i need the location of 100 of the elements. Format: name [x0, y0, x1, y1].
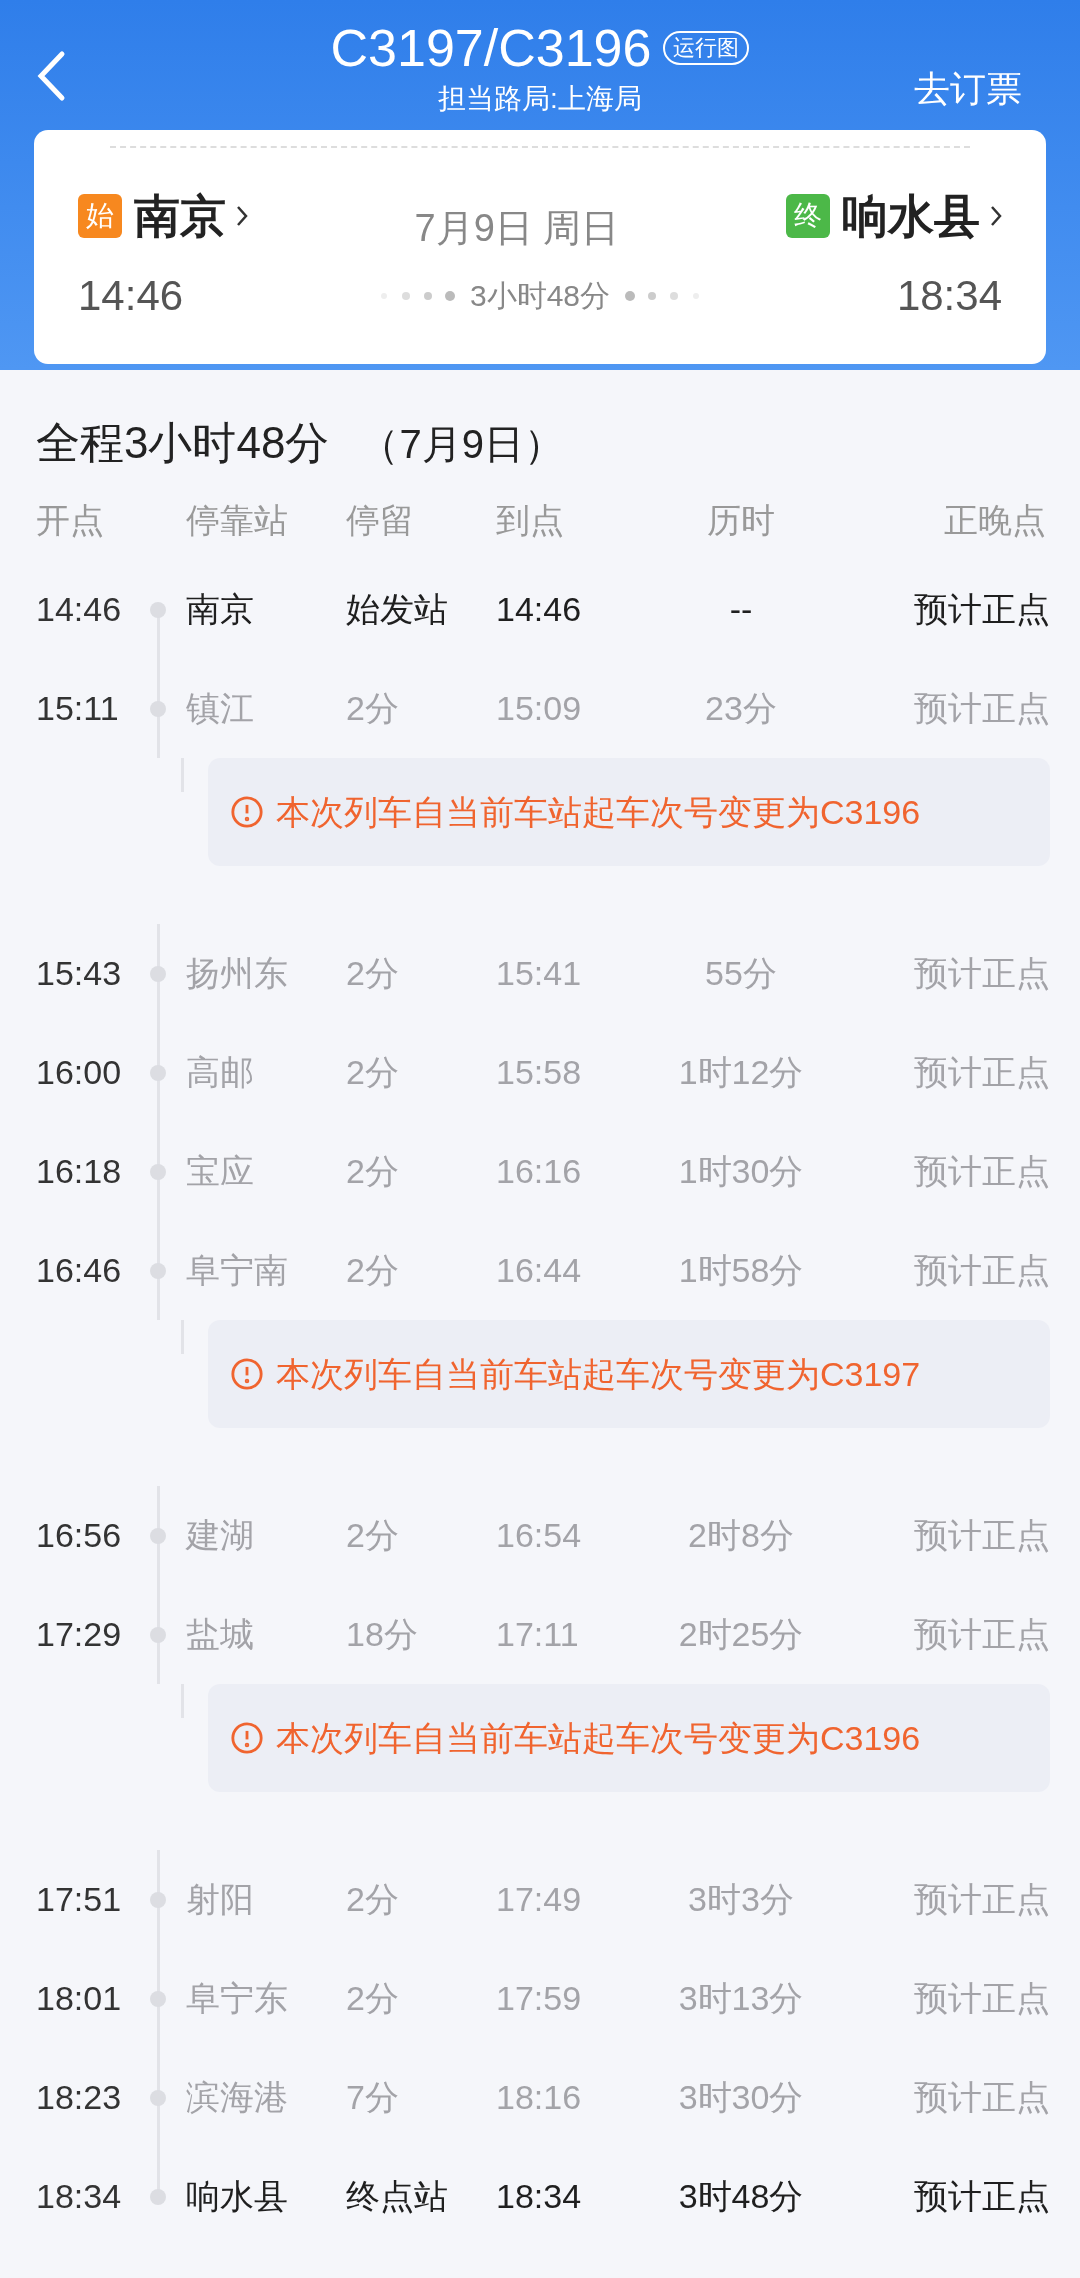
arrival-time: 17:59 [496, 1978, 583, 2019]
stop-duration: 7分 [346, 2077, 400, 2118]
station-name: 镇江 [185, 688, 255, 729]
punctuality-status: 预计正点 [913, 2176, 1051, 2217]
station-name: 阜宁东 [185, 1978, 289, 2019]
arrival-time: 15:41 [496, 953, 583, 994]
stop-duration: 18分 [346, 1614, 419, 1655]
elapsed-time: 1时30分 [677, 1151, 805, 1192]
punctuality-status: 预计正点 [913, 953, 1051, 994]
station-name: 响水县 [185, 2176, 289, 2217]
alert-icon [230, 1357, 264, 1391]
punctuality-status: 预计正点 [913, 2077, 1051, 2118]
trip-duration: 3小时48分 [469, 278, 611, 314]
elapsed-time: 3时13分 [677, 1978, 805, 2019]
departure-time: 16:46 [35, 1250, 123, 1291]
stop-duration: 始发站 [346, 589, 449, 630]
punctuality-status: 预计正点 [913, 1879, 1051, 1920]
notice-text: 本次列车自当前车站起车次号变更为C3197 [276, 1353, 921, 1395]
punctuality-status: 预计正点 [913, 1052, 1051, 1093]
station-name: 盐城 [185, 1614, 255, 1655]
travel-date: 7月9日 周日 [414, 205, 620, 251]
stop-duration: 2分 [346, 1052, 400, 1093]
punctuality-status: 预计正点 [913, 1978, 1051, 2019]
origin-badge: 始 [78, 194, 122, 238]
terminus-station[interactable]: 响水县 [842, 181, 1002, 251]
arrival-time: 16:16 [496, 1151, 583, 1192]
punctuality-status: 预计正点 [913, 1250, 1051, 1291]
departure-time: 16:00 [35, 1052, 123, 1093]
notice-text: 本次列车自当前车站起车次号变更为C3196 [276, 791, 921, 833]
departure-time: 15:11 [35, 688, 120, 729]
diagram-badge[interactable]: 运行图 [663, 31, 750, 65]
total-duration: 全程3小时48分 [36, 417, 330, 469]
punctuality-status: 预计正点 [913, 589, 1051, 630]
elapsed-time: 3时3分 [687, 1879, 795, 1920]
punctuality-status: 预计正点 [913, 1614, 1051, 1655]
stop-duration: 2分 [346, 688, 400, 729]
column-header: 停留 [346, 499, 415, 541]
stop-duration: 终点站 [346, 2176, 449, 2217]
arrival-time: 16:54 [496, 1515, 583, 1556]
chevron-icon [990, 205, 1002, 227]
alert-icon [230, 1721, 264, 1755]
departure-time: 14:46 [35, 589, 123, 630]
stop-duration: 2分 [346, 1978, 400, 2019]
arrival-time: 17:11 [496, 1614, 580, 1655]
elapsed-time: 2时8分 [687, 1515, 795, 1556]
arrival-time: 15:09 [496, 688, 583, 729]
elapsed-time: 3时48分 [677, 2176, 805, 2217]
train-number: C3197/C3196 [330, 22, 652, 74]
stop-duration: 2分 [346, 1151, 400, 1192]
alert-icon [230, 795, 264, 829]
elapsed-time: 1时12分 [677, 1052, 805, 1093]
column-header: 停靠站 [185, 499, 289, 541]
departure-time: 18:01 [35, 1978, 123, 2019]
stop-duration: 2分 [346, 1515, 400, 1556]
arrival-time: 18:34 [496, 2176, 583, 2217]
departure-time: 16:56 [35, 1515, 123, 1556]
elapsed-time: -- [728, 589, 754, 630]
station-name: 南京 [185, 589, 255, 630]
schedule-date: （7月9日） [359, 421, 564, 468]
station-name: 高邮 [185, 1052, 255, 1093]
departure-time: 14:46 [78, 271, 184, 321]
elapsed-time: 1时58分 [677, 1250, 805, 1291]
station-name: 扬州东 [185, 953, 289, 994]
railway-bureau: 担当路局:上海局 [438, 82, 642, 116]
station-name: 建湖 [184, 1515, 255, 1556]
stop-duration: 2分 [346, 1250, 400, 1291]
station-name: 射阳 [185, 1879, 255, 1920]
column-header: 历时 [706, 499, 776, 541]
elapsed-time: 55分 [704, 953, 778, 994]
book-ticket-link[interactable]: 去订票 [914, 62, 1022, 116]
departure-time: 16:18 [35, 1151, 123, 1192]
station-name: 阜宁南 [185, 1250, 289, 1291]
back-icon [36, 50, 66, 102]
punctuality-status: 预计正点 [913, 1515, 1051, 1556]
arrival-time: 18:16 [496, 2077, 583, 2118]
origin-station[interactable]: 南京 [134, 181, 248, 251]
station-name: 滨海港 [185, 2077, 289, 2118]
notice-text: 本次列车自当前车站起车次号变更为C3196 [276, 1717, 921, 1759]
back-button[interactable] [36, 50, 66, 102]
arrival-time: 16:44 [496, 1250, 583, 1291]
terminus-badge: 终 [786, 194, 830, 238]
arrival-time: 18:34 [896, 271, 1002, 321]
departure-time: 17:29 [35, 1614, 123, 1655]
punctuality-status: 预计正点 [913, 688, 1051, 729]
departure-time: 17:51 [35, 1879, 123, 1920]
arrival-time: 15:58 [496, 1052, 583, 1093]
arrival-time: 14:46 [496, 589, 583, 630]
departure-time: 15:43 [35, 953, 123, 994]
column-header: 正晚点 [943, 499, 1047, 541]
station-name: 宝应 [185, 1151, 255, 1192]
departure-time: 18:34 [35, 2176, 123, 2217]
elapsed-time: 2时25分 [677, 1614, 805, 1655]
elapsed-time: 3时30分 [677, 2077, 805, 2118]
punctuality-status: 预计正点 [913, 1151, 1051, 1192]
departure-time: 18:23 [35, 2077, 123, 2118]
arrival-time: 17:49 [496, 1879, 583, 1920]
elapsed-time: 23分 [704, 688, 778, 729]
stop-duration: 2分 [346, 953, 400, 994]
stop-duration: 2分 [346, 1879, 400, 1920]
column-header: 到点 [496, 499, 565, 541]
